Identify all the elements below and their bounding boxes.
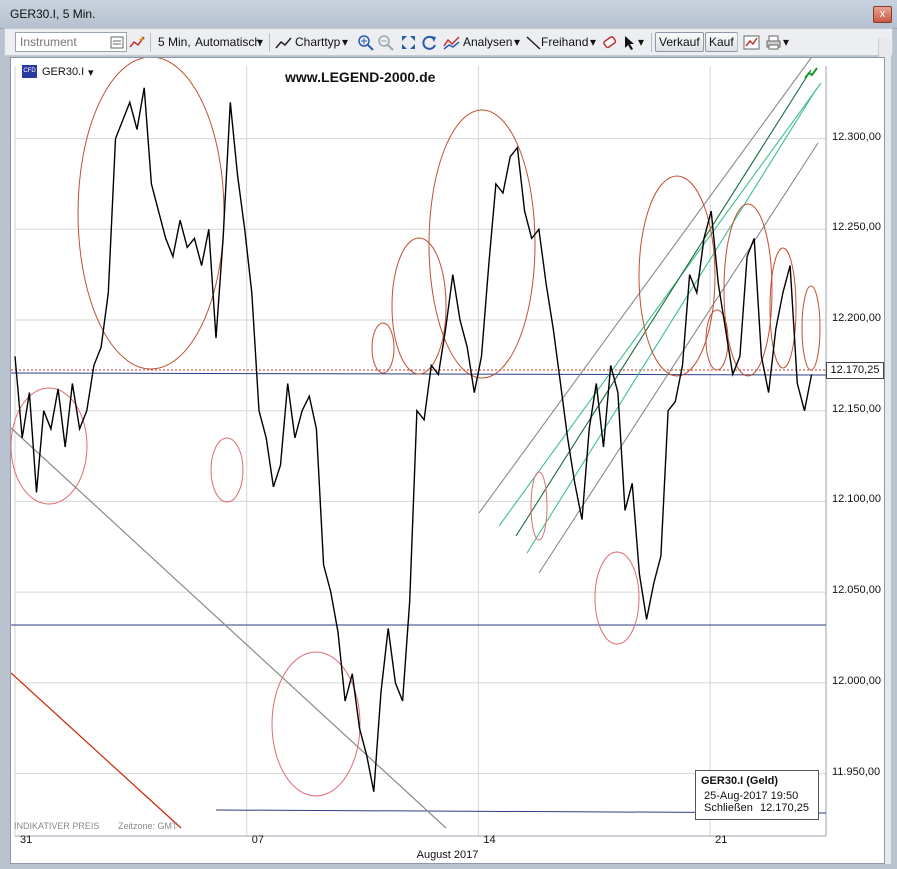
annotation-ellipse [391,237,447,375]
y-tick-label: 12.000,00 [832,674,881,687]
live-trend-icon [804,67,818,79]
y-tick-label: 11.950,00 [832,765,881,778]
annotation-ellipse [705,309,729,371]
channel-line [478,58,812,514]
instrument-chevron-down-icon[interactable]: ▾ [88,66,94,79]
charttype-chevron-down-icon[interactable]: ▾ [342,33,348,51]
timezone-label: Zeitzone: GMT [118,821,178,831]
infobox-close-value: 12.170,25 [760,802,809,814]
annotation-ellipse [210,437,244,503]
interval-label[interactable]: 5 Min, [158,33,191,51]
y-tick-label: 12.050,00 [832,584,881,597]
chart-area [10,57,885,864]
website-label: www.LEGEND-2000.de [285,69,436,85]
red-trend-line [11,672,182,829]
line-chart-icon[interactable] [275,34,292,51]
cfd-instrument-icon: CFD [22,65,37,78]
window-title: GER30.I, 5 Min. [10,7,96,21]
analysen-chevron-down-icon[interactable]: ▾ [514,33,520,51]
annotation-ellipse [77,58,225,370]
svg-text:+: + [138,35,146,45]
instrument-list-icon[interactable] [109,34,126,51]
current-price-tag: 12.170,25 [826,362,884,379]
annotation-ellipse [530,471,548,541]
channel-line [498,82,822,527]
toolbar-separator [737,33,738,52]
x-tick-label: 31 [20,834,33,846]
annotation-ellipse [271,651,361,797]
zoom-in-icon[interactable] [357,34,374,51]
cursor-chevron-down-icon[interactable]: ▾ [638,33,644,51]
annotation-ellipse [723,203,773,377]
chart-toolbar: + 5 Min, Automatisch ▾ Charttyp ▾ Analys… [4,28,893,56]
annotation-ellipse [371,322,395,374]
x-tick-label: 21 [715,834,728,846]
y-tick-label: 12.200,00 [832,312,881,324]
y-tick-label: 12.250,00 [832,221,881,234]
cursor-icon[interactable] [621,34,638,51]
y-tick-label: 12.150,00 [832,402,881,415]
x-tick-label: 07 [251,834,264,846]
price-info-box: GER30.I (Geld) 25-Aug-2017 19:50 Schließ… [695,770,819,820]
month-label: August 2017 [416,849,479,861]
fit-chart-icon[interactable] [400,34,417,51]
toolbar-separator [150,33,151,52]
kauf-button[interactable]: Kauf [705,32,738,52]
analysen-dropdown[interactable]: Analysen [463,33,512,51]
x-tick-label: 14 [483,834,496,846]
indicative-price-label: INDIKATIVER PREIS [14,821,100,831]
price-series-line [14,87,813,792]
trendline-icon[interactable] [525,34,542,51]
print-icon[interactable] [765,34,782,51]
analyses-icon[interactable] [443,34,460,51]
toolbar-separator [651,33,652,52]
annotation-ellipse [801,285,821,371]
chart-canvas [11,58,827,837]
channel-line [515,69,812,537]
interval-mode-dropdown[interactable]: Automatisch [195,33,261,51]
infobox-datetime: 25-Aug-2017 19:50 [704,790,799,802]
infobox-close-label: Schließen [704,802,753,814]
eraser-icon[interactable] [601,34,618,51]
downtrend-line [11,427,447,829]
verkauf-button[interactable]: Verkauf [655,32,704,52]
y-tick-label: 12.300,00 [832,130,881,143]
annotation-ellipse [594,551,640,645]
interval-chevron-down-icon[interactable]: ▾ [257,33,263,51]
window-titlebar: GER30.I, 5 Min. x [0,0,897,29]
chart-instrument-label[interactable]: GER30.I [42,66,84,78]
freihand-chevron-down-icon[interactable]: ▾ [590,33,596,51]
print-chevron-down-icon[interactable]: ▾ [783,33,789,51]
refresh-icon[interactable] [421,34,438,51]
zoom-out-icon[interactable] [377,34,394,51]
close-button[interactable]: x [873,6,892,23]
infobox-title: GER30.I (Geld) [701,775,779,787]
y-tick-label: 12.100,00 [832,493,881,506]
chart-settings-icon[interactable] [743,34,760,51]
add-indicator-icon[interactable]: + [129,34,146,51]
toolbar-separator [269,33,270,52]
freihand-dropdown[interactable]: Freihand [541,33,588,51]
charttype-dropdown[interactable]: Charttyp [295,33,340,51]
